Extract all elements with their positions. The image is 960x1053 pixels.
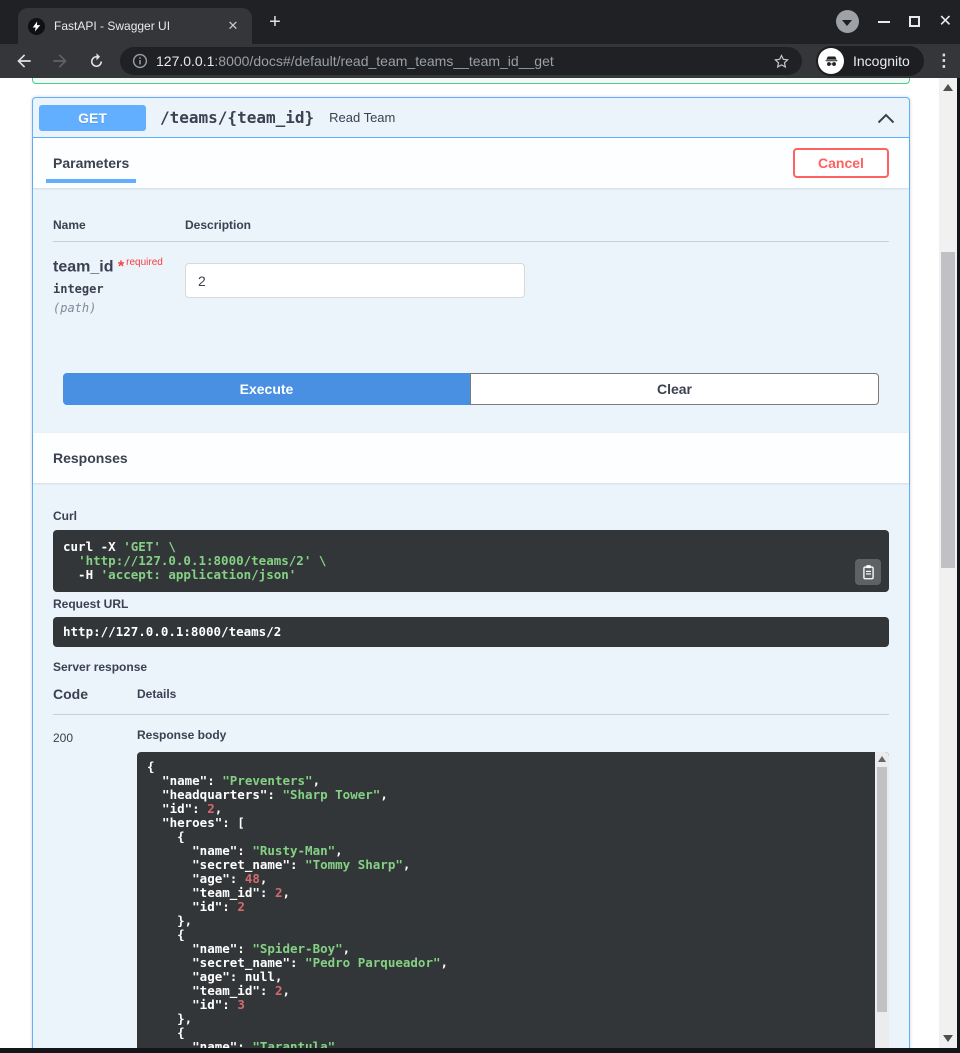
window-maximize-button[interactable] bbox=[909, 16, 920, 27]
forward-button[interactable] bbox=[48, 49, 72, 73]
curl-code-block: curl -X 'GET' \ 'http://127.0.0.1:8000/t… bbox=[53, 530, 889, 592]
parameter-name: team_id *required bbox=[53, 257, 185, 276]
server-response-label: Server response bbox=[53, 660, 889, 674]
parameter-row: team_id *required integer (path) bbox=[53, 242, 889, 373]
curl-command: curl -X 'GET' \ 'http://127.0.0.1:8000/t… bbox=[63, 540, 879, 582]
swagger-page: GET /teams/{team_id} Read Team Parameter… bbox=[0, 78, 939, 1048]
parameters-tab-label: Parameters bbox=[53, 155, 129, 171]
browser-toolbar: 127.0.0.1:8000/docs#/default/read_team_t… bbox=[0, 44, 960, 78]
parameter-name-cell: team_id *required integer (path) bbox=[53, 257, 185, 373]
opblock-header[interactable]: GET /teams/{team_id} Read Team bbox=[33, 98, 909, 138]
column-header-description: Description bbox=[185, 218, 251, 232]
opblock-get-teams: GET /teams/{team_id} Read Team Parameter… bbox=[32, 97, 910, 1048]
required-asterisk: * bbox=[118, 258, 124, 275]
url-path: :8000/docs#/default/read_team_teams__tea… bbox=[214, 53, 553, 69]
page-scrollbar[interactable] bbox=[939, 78, 957, 1048]
tab-title: FastAPI - Swagger UI bbox=[54, 19, 224, 33]
responses-section-header: Responses bbox=[33, 433, 909, 483]
page-scroll-down-icon[interactable] bbox=[943, 1035, 953, 1042]
previous-opblock-fragment bbox=[32, 78, 910, 84]
collapse-chevron-up-icon[interactable] bbox=[876, 111, 896, 125]
tab-close-icon[interactable]: ✕ bbox=[224, 17, 242, 35]
http-method-badge: GET bbox=[39, 105, 146, 131]
page-scrollbar-thumb[interactable] bbox=[941, 252, 955, 568]
browser-tab[interactable]: FastAPI - Swagger UI ✕ bbox=[18, 8, 252, 44]
response-body-json: { "name": "Preventers", "headquarters": … bbox=[147, 760, 865, 1048]
responses-heading: Responses bbox=[53, 450, 128, 466]
request-url-label: Request URL bbox=[53, 597, 889, 611]
caret-down-icon bbox=[842, 20, 852, 26]
param-name-text: team_id bbox=[53, 258, 113, 275]
curl-label: Curl bbox=[53, 509, 889, 523]
column-header-details: Details bbox=[137, 687, 176, 702]
endpoint-summary: Read Team bbox=[329, 110, 395, 125]
browser-menu-icon[interactable]: ⋮ bbox=[934, 51, 954, 71]
reload-button[interactable] bbox=[84, 49, 108, 73]
incognito-icon bbox=[818, 48, 844, 74]
page-scroll-up-icon[interactable] bbox=[943, 84, 953, 91]
tab-search-button[interactable] bbox=[836, 10, 859, 33]
new-tab-button[interactable]: + bbox=[262, 10, 288, 36]
url-text[interactable]: 127.0.0.1:8000/docs#/default/read_team_t… bbox=[156, 53, 765, 69]
parameter-value-cell bbox=[185, 257, 889, 373]
server-response-table-header: Code Details bbox=[53, 686, 889, 715]
incognito-badge: Incognito bbox=[816, 46, 924, 76]
url-host: 127.0.0.1 bbox=[156, 53, 214, 69]
execute-button[interactable]: Execute bbox=[63, 373, 470, 405]
tab-parameters[interactable]: Parameters bbox=[53, 138, 129, 188]
request-url-block: http://127.0.0.1:8000/teams/2 bbox=[53, 617, 889, 647]
active-tab-underline bbox=[46, 179, 136, 183]
url-bar[interactable]: 127.0.0.1:8000/docs#/default/read_team_t… bbox=[120, 47, 802, 75]
parameters-section-header: Parameters Cancel bbox=[33, 138, 909, 188]
cancel-button[interactable]: Cancel bbox=[793, 148, 889, 178]
clear-button[interactable]: Clear bbox=[470, 373, 879, 405]
status-code: 200 bbox=[53, 728, 137, 1048]
execute-row: Execute Clear bbox=[63, 373, 879, 405]
site-info-icon[interactable] bbox=[132, 53, 148, 69]
tab-strip: FastAPI - Swagger UI ✕ + ✕ bbox=[0, 0, 960, 44]
bookmark-star-icon[interactable] bbox=[773, 53, 790, 70]
response-scrollbar-thumb[interactable] bbox=[877, 767, 887, 1012]
parameters-table-header: Name Description bbox=[53, 218, 889, 242]
team-id-input[interactable] bbox=[185, 263, 525, 298]
request-url-value: http://127.0.0.1:8000/teams/2 bbox=[63, 625, 879, 639]
parameter-location: (path) bbox=[53, 301, 185, 315]
browser-chrome: FastAPI - Swagger UI ✕ + ✕ 127.0.0.1:800… bbox=[0, 0, 960, 78]
parameter-type: integer bbox=[53, 282, 185, 296]
column-header-name: Name bbox=[53, 218, 185, 232]
scroll-up-arrow-icon[interactable] bbox=[878, 756, 886, 762]
response-body-scrollbar[interactable] bbox=[875, 752, 889, 1048]
column-header-code: Code bbox=[53, 686, 137, 702]
responses-inner: Curl curl -X 'GET' \ 'http://127.0.0.1:8… bbox=[33, 483, 909, 1048]
endpoint-path: /teams/{team_id} bbox=[160, 108, 314, 127]
parameters-table: Name Description team_id *required integ… bbox=[33, 218, 909, 373]
page-viewport: GET /teams/{team_id} Read Team Parameter… bbox=[0, 78, 957, 1048]
response-body-label: Response body bbox=[137, 728, 889, 742]
back-button[interactable] bbox=[12, 49, 36, 73]
window-minimize-button[interactable] bbox=[878, 21, 890, 23]
server-response-row: 200 Response body { "name": "Preventers"… bbox=[53, 715, 889, 1048]
fastapi-favicon-icon bbox=[28, 18, 45, 35]
response-body-block: { "name": "Preventers", "headquarters": … bbox=[137, 752, 889, 1048]
window-close-button[interactable]: ✕ bbox=[939, 14, 952, 30]
copy-to-clipboard-button[interactable] bbox=[855, 559, 881, 585]
incognito-label: Incognito bbox=[853, 53, 910, 69]
response-details-cell: Response body { "name": "Preventers", "h… bbox=[137, 728, 889, 1048]
required-label: required bbox=[126, 257, 163, 268]
